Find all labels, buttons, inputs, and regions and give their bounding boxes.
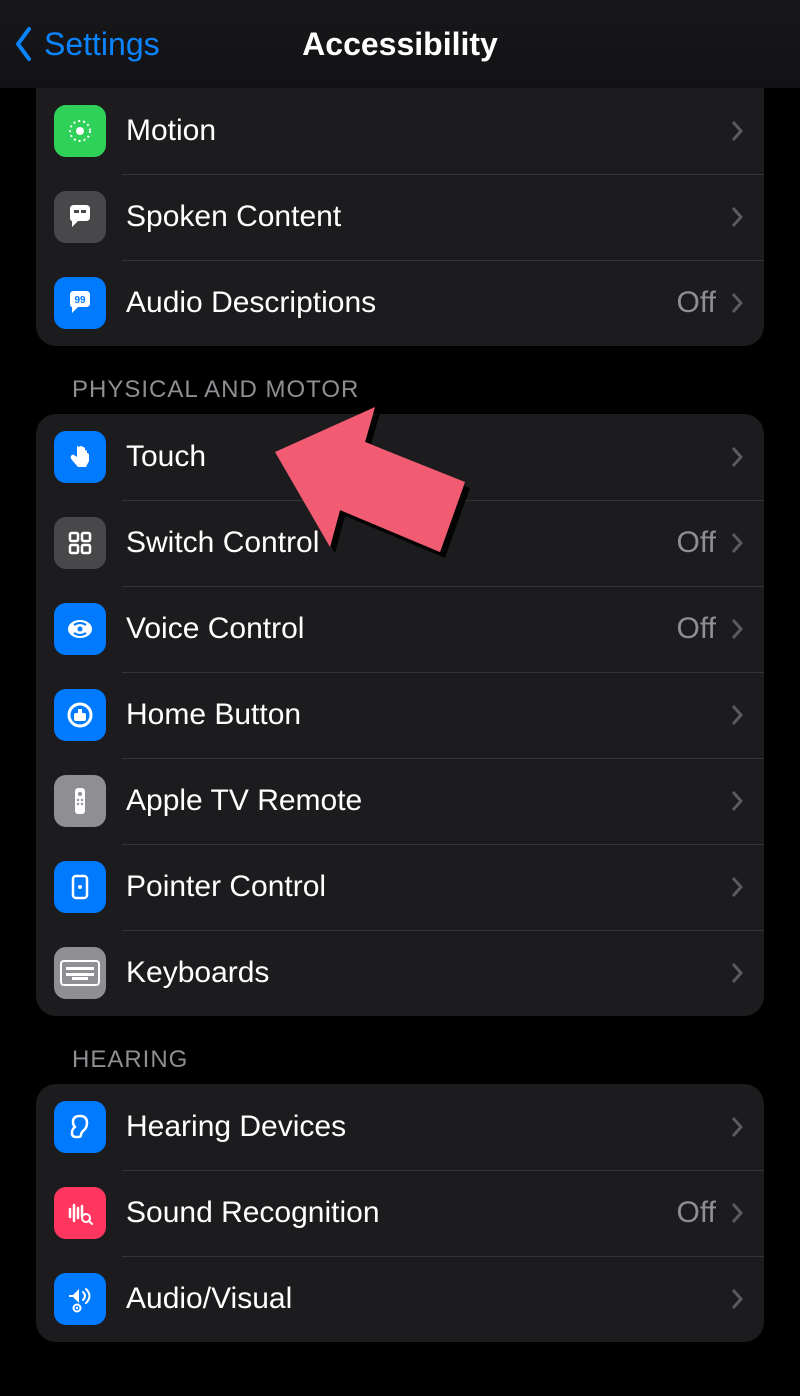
chevron-right-icon (730, 789, 744, 813)
row-value: Off (677, 612, 716, 646)
chevron-right-icon (730, 1201, 744, 1225)
chevron-left-icon (14, 26, 34, 62)
section-header-physical: PHYSICAL AND MOTOR (0, 346, 800, 414)
chevron-right-icon (730, 531, 744, 555)
pointer-control-row[interactable]: Pointer Control (36, 844, 764, 930)
row-label: Hearing Devices (126, 1110, 730, 1144)
chevron-right-icon (730, 445, 744, 469)
nav-bar: Settings Accessibility (0, 0, 800, 88)
home-button-row[interactable]: Home Button (36, 672, 764, 758)
back-button[interactable]: Settings (14, 26, 160, 63)
touch-icon (54, 431, 106, 483)
apple-tv-remote-row[interactable]: Apple TV Remote (36, 758, 764, 844)
hearing-devices-row[interactable]: Hearing Devices (36, 1084, 764, 1170)
sound-recognition-row[interactable]: Sound Recognition Off (36, 1170, 764, 1256)
row-label: Audio Descriptions (126, 286, 677, 320)
audio-descriptions-row[interactable]: 99 Audio Descriptions Off (36, 260, 764, 346)
row-label: Keyboards (126, 956, 730, 990)
row-label: Audio/Visual (126, 1282, 730, 1316)
row-label: Apple TV Remote (126, 784, 730, 818)
row-value: Off (677, 286, 716, 320)
row-label: Touch (126, 440, 730, 474)
row-label: Switch Control (126, 526, 677, 560)
keyboard-icon (54, 947, 106, 999)
spoken-content-row[interactable]: Spoken Content (36, 174, 764, 260)
audio-visual-row[interactable]: Audio/Visual (36, 1256, 764, 1342)
pointer-icon (54, 861, 106, 913)
section-header-hearing: HEARING (0, 1016, 800, 1084)
chevron-right-icon (730, 703, 744, 727)
speech-icon (54, 191, 106, 243)
motion-row[interactable]: Motion (36, 88, 764, 174)
chevron-right-icon (730, 875, 744, 899)
av-icon (54, 1273, 106, 1325)
settings-group-physical: Touch Switch Control Off Voice Control O… (36, 414, 764, 1016)
svg-text:99: 99 (74, 295, 86, 306)
row-label: Motion (126, 114, 730, 148)
ear-icon (54, 1101, 106, 1153)
voice-control-row[interactable]: Voice Control Off (36, 586, 764, 672)
settings-content: Motion Spoken Content 99 Audio Descripti… (0, 88, 800, 1342)
voice-icon (54, 603, 106, 655)
chevron-right-icon (730, 617, 744, 641)
row-value: Off (677, 526, 716, 560)
row-label: Voice Control (126, 612, 677, 646)
row-label: Sound Recognition (126, 1196, 677, 1230)
chevron-right-icon (730, 1115, 744, 1139)
settings-group-hearing: Hearing Devices Sound Recognition Off Au… (36, 1084, 764, 1342)
settings-group-0: Motion Spoken Content 99 Audio Descripti… (36, 88, 764, 346)
row-value: Off (677, 1196, 716, 1230)
sound-rec-icon (54, 1187, 106, 1239)
quotes-icon: 99 (54, 277, 106, 329)
motion-icon (54, 105, 106, 157)
chevron-right-icon (730, 205, 744, 229)
chevron-right-icon (730, 961, 744, 985)
chevron-right-icon (730, 119, 744, 143)
row-label: Pointer Control (126, 870, 730, 904)
grid-icon (54, 517, 106, 569)
row-label: Home Button (126, 698, 730, 732)
touch-row[interactable]: Touch (36, 414, 764, 500)
switch-control-row[interactable]: Switch Control Off (36, 500, 764, 586)
keyboards-row[interactable]: Keyboards (36, 930, 764, 1016)
chevron-right-icon (730, 291, 744, 315)
row-label: Spoken Content (126, 200, 730, 234)
back-label: Settings (44, 26, 160, 63)
chevron-right-icon (730, 1287, 744, 1311)
remote-icon (54, 775, 106, 827)
home-icon (54, 689, 106, 741)
